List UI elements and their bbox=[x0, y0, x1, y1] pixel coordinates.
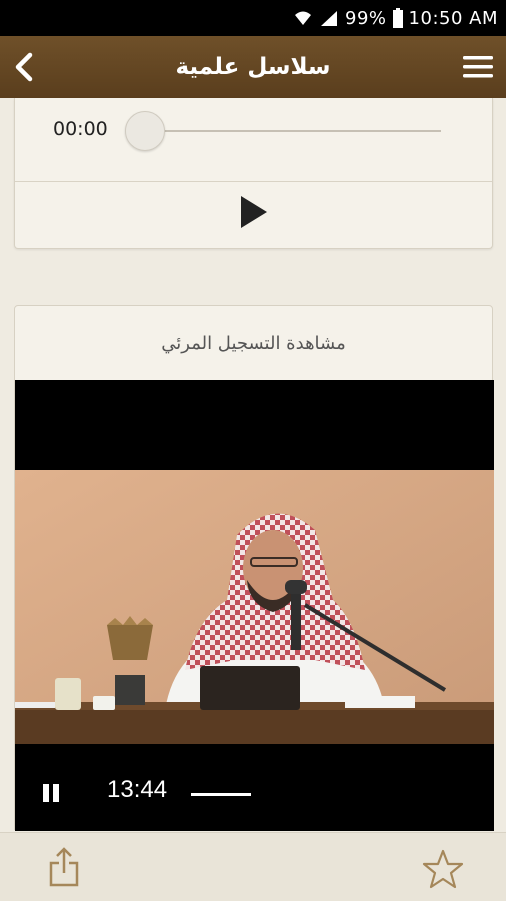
menu-icon[interactable] bbox=[462, 54, 494, 80]
back-icon[interactable] bbox=[10, 50, 40, 84]
bottom-bar bbox=[0, 832, 506, 901]
audio-current-time: 00:00 bbox=[53, 118, 108, 140]
video-player[interactable]: 13:44 bbox=[15, 380, 494, 831]
clock: 10:50 AM bbox=[408, 7, 498, 29]
video-frame bbox=[15, 470, 494, 744]
video-current-time: 13:44 bbox=[107, 776, 168, 803]
battery-percent: 99% bbox=[345, 7, 387, 29]
audio-player-card: 00:00 bbox=[14, 98, 493, 249]
signal-icon bbox=[319, 9, 339, 27]
play-icon[interactable] bbox=[239, 195, 269, 229]
audio-seek-row: 00:00 bbox=[15, 98, 492, 182]
pause-icon[interactable] bbox=[43, 784, 61, 804]
video-progress-bar[interactable] bbox=[191, 793, 251, 796]
video-section-title: مشاهدة التسجيل المرئي bbox=[161, 332, 346, 354]
audio-seek-track[interactable] bbox=[155, 130, 441, 132]
share-icon[interactable] bbox=[48, 847, 80, 887]
video-controls: 13:44 bbox=[15, 759, 494, 831]
app-bar: سلاسل علمية bbox=[0, 36, 506, 98]
audio-seek-thumb[interactable] bbox=[125, 111, 165, 151]
battery-icon bbox=[392, 8, 403, 28]
video-card: مشاهدة التسجيل المرئي 13:44 bbox=[14, 305, 494, 831]
status-bar: 99% 10:50 AM bbox=[0, 0, 506, 36]
page-title: سلاسل علمية bbox=[175, 54, 331, 80]
star-icon[interactable] bbox=[422, 849, 464, 889]
wifi-icon bbox=[293, 9, 313, 27]
